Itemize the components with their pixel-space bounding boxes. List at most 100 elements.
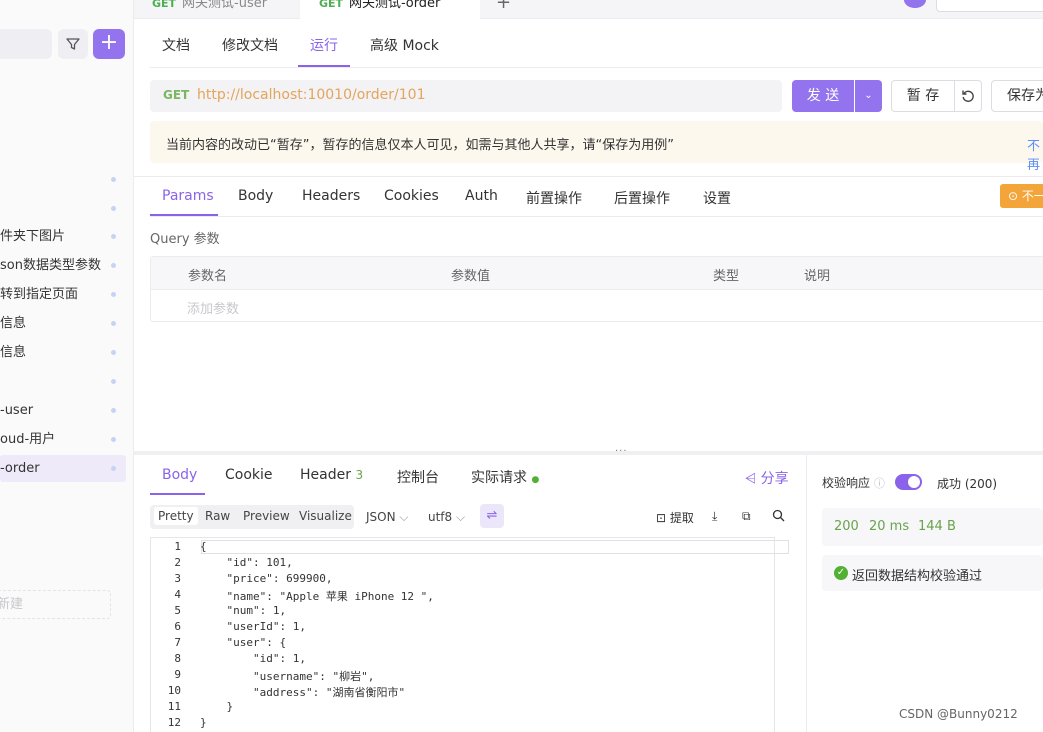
response-body-editor[interactable]: 1 {2 "id": 101, 3 "price": 699900, 4 "name"… bbox=[150, 537, 789, 732]
current-line-highlight bbox=[201, 540, 789, 554]
send-button[interactable]: 发 送 bbox=[792, 80, 854, 112]
code-line: "username": "柳岩", bbox=[200, 670, 375, 683]
column-header: 参数值 bbox=[451, 269, 491, 284]
tab-run[interactable]: 运行 bbox=[310, 35, 338, 55]
badge-label: 不一 bbox=[1021, 189, 1043, 203]
tab-advanced-mock[interactable]: 高级 Mock bbox=[370, 35, 439, 55]
wrap-icon: ⇌ bbox=[486, 508, 498, 523]
add-button[interactable]: + bbox=[93, 29, 125, 59]
validation-result: ✓ 返回数据结构校验通过 bbox=[822, 555, 1043, 591]
save-as-button[interactable]: 保存为 bbox=[991, 80, 1043, 112]
mismatch-badge[interactable]: ⊙ 不一 bbox=[1000, 184, 1043, 208]
column-header: 说明 bbox=[804, 269, 831, 284]
format-visualize[interactable]: Visualize bbox=[299, 509, 352, 523]
tab-method: GET bbox=[319, 0, 344, 10]
notice-text: 当前内容的改动已“暂存”，暂存的信息仅本人可见，如需与其他人共享，请“保存为用例… bbox=[166, 138, 674, 153]
sidebar-dot bbox=[111, 379, 116, 384]
sidebar-item[interactable]: 件夹下图片 bbox=[0, 223, 126, 250]
avatar[interactable] bbox=[904, 0, 926, 8]
select-value: utf8 bbox=[428, 510, 453, 524]
validate-response-toggle[interactable] bbox=[895, 474, 922, 490]
sidebar-new-input[interactable]: 新建 bbox=[0, 590, 111, 619]
sidebar-dot bbox=[111, 321, 116, 326]
format-switch: Pretty Raw Preview Visualize bbox=[150, 505, 354, 529]
sidebar-search-input[interactable] bbox=[0, 29, 52, 59]
clock-icon: ⊙ bbox=[1008, 189, 1019, 203]
reset-button[interactable] bbox=[954, 80, 982, 112]
tab-params[interactable]: Params bbox=[162, 188, 214, 204]
sidebar-dot bbox=[111, 350, 116, 355]
extract-label: 提取 bbox=[669, 511, 694, 525]
tab-pre-processors[interactable]: 前置操作 bbox=[526, 188, 582, 208]
sidebar-dot bbox=[111, 234, 116, 239]
sidebar-item[interactable]: son数据类型参数 bbox=[0, 252, 126, 279]
environment-select[interactable] bbox=[936, 0, 1043, 12]
extract-button[interactable]: ⊡ 提取 bbox=[656, 509, 694, 526]
search-icon[interactable] bbox=[772, 509, 785, 525]
tab-docs[interactable]: 文档 bbox=[162, 35, 190, 55]
divider bbox=[150, 216, 1043, 217]
status-code: 200 bbox=[834, 519, 859, 534]
format-type-select[interactable]: JSON ⌵ bbox=[366, 510, 409, 525]
encoding-select[interactable]: utf8 ⌵ bbox=[428, 510, 465, 525]
sidebar-item[interactable]: 信息 bbox=[0, 339, 126, 366]
sidebar-item[interactable]: -user bbox=[0, 397, 126, 424]
temp-save-button[interactable]: 暂 存 bbox=[891, 80, 955, 112]
tab-post-processors[interactable]: 后置操作 bbox=[614, 188, 670, 208]
method-label[interactable]: GET bbox=[163, 88, 189, 102]
code-line: "id": 1, bbox=[200, 652, 306, 665]
code-line: "id": 101, bbox=[200, 556, 293, 569]
add-param-input[interactable]: 添加参数 bbox=[187, 298, 239, 317]
tab-edit-docs[interactable]: 修改文档 bbox=[222, 35, 278, 55]
tab-actual-request[interactable]: 实际请求 ● bbox=[471, 467, 539, 487]
line-number: 7 bbox=[174, 636, 181, 649]
sidebar-item[interactable]: -order bbox=[0, 455, 126, 482]
tab-response-header[interactable]: Header 3 bbox=[300, 467, 363, 483]
tab-settings[interactable]: 设置 bbox=[703, 188, 731, 208]
sidebar-dot bbox=[111, 263, 116, 268]
line-number: 11 bbox=[167, 700, 181, 713]
tab-cookies[interactable]: Cookies bbox=[384, 188, 439, 204]
tab-body[interactable]: Body bbox=[238, 188, 273, 204]
label-text: 校验响应 bbox=[822, 476, 871, 490]
drag-handle-icon[interactable]: ··· bbox=[615, 446, 628, 457]
tab-headers[interactable]: Headers bbox=[302, 188, 360, 204]
sidebar-item[interactable]: oud-用户 bbox=[0, 426, 126, 453]
column-header: 类型 bbox=[713, 269, 740, 284]
wrap-lines-button[interactable]: ⇌ bbox=[480, 504, 504, 528]
format-pretty[interactable]: Pretty bbox=[154, 507, 198, 525]
format-preview[interactable]: Preview bbox=[243, 509, 290, 523]
sidebar-item[interactable]: 信息 bbox=[0, 310, 126, 337]
url-input[interactable]: GET http://localhost:10010/order/101 bbox=[150, 80, 782, 112]
filter-button[interactable] bbox=[58, 29, 88, 59]
sidebar-dot bbox=[111, 408, 116, 413]
code-line: "address": "湖南省衡阳市" bbox=[200, 686, 406, 699]
tab-auth[interactable]: Auth bbox=[465, 188, 498, 204]
code-line: { bbox=[200, 540, 207, 553]
tab-gateway-user[interactable]: GET 网关测试-user bbox=[134, 0, 280, 19]
download-icon[interactable]: ⤓ bbox=[712, 509, 717, 524]
share-icon: ⩤ bbox=[745, 471, 757, 487]
tab-gateway-order[interactable]: GET 网关测试-order bbox=[300, 0, 480, 19]
share-button[interactable]: ⩤ 分享 bbox=[745, 468, 789, 488]
table-header: 参数名 参数值 类型 说明 bbox=[151, 257, 1043, 290]
copy-icon[interactable]: ⧉ bbox=[742, 509, 751, 524]
line-number: 9 bbox=[174, 668, 181, 681]
format-raw[interactable]: Raw bbox=[205, 509, 230, 523]
validation-status: 成功 (200) bbox=[937, 477, 998, 491]
line-number: 10 bbox=[167, 684, 181, 697]
status-dot-icon: ● bbox=[531, 475, 540, 485]
send-dropdown-button[interactable]: ⌄ bbox=[855, 80, 882, 112]
more-tabs-icon[interactable]: ··· bbox=[533, 0, 546, 6]
tab-response-body[interactable]: Body bbox=[162, 467, 197, 483]
tab-label: 实际请求 bbox=[471, 470, 527, 486]
sidebar-item[interactable] bbox=[0, 368, 126, 395]
notice-dismiss-link[interactable]: 不再 bbox=[1027, 135, 1043, 173]
line-number: 5 bbox=[174, 604, 181, 617]
sidebar-item[interactable]: 转到指定页面 bbox=[0, 281, 126, 308]
tab-response-cookie[interactable]: Cookie bbox=[225, 467, 273, 483]
new-tab-icon[interactable]: + bbox=[496, 0, 511, 13]
select-value: JSON bbox=[366, 510, 396, 524]
tab-console[interactable]: 控制台 bbox=[397, 467, 439, 487]
response-stats: 200 20 ms 144 B bbox=[822, 508, 1043, 546]
